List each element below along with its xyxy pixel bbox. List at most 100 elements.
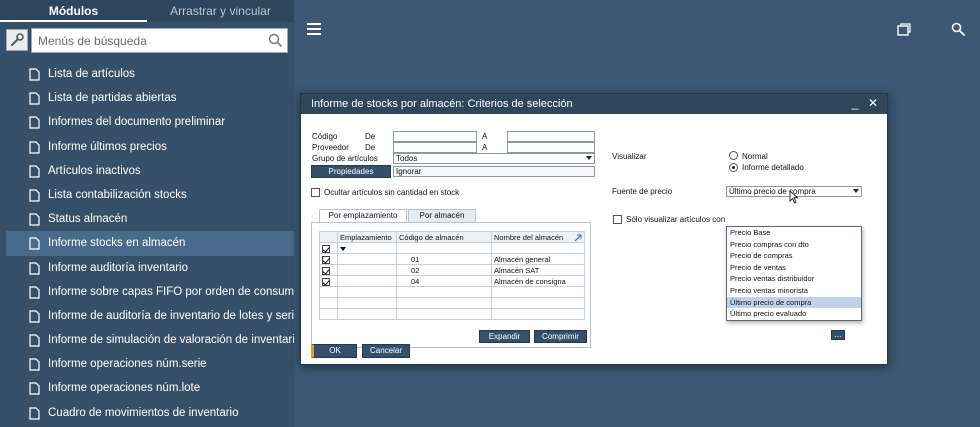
solo-visualizar-checkbox[interactable] xyxy=(613,215,622,224)
radio-normal-label: Normal xyxy=(742,152,768,161)
col-codigo[interactable]: Código de almacén xyxy=(396,231,492,243)
empty-cell xyxy=(337,275,397,287)
sidebar-item[interactable]: Informe operaciones núm.lote xyxy=(0,376,294,400)
proveedor-de-label: De xyxy=(365,143,376,152)
row-check-cell[interactable] xyxy=(319,264,338,276)
price-option[interactable]: Precio compras con dto xyxy=(727,239,861,251)
row-checkbox[interactable] xyxy=(322,255,330,264)
dialog-title: Informe de stocks por almacén: Criterios… xyxy=(311,98,573,110)
search-icon[interactable] xyxy=(267,32,284,49)
price-option[interactable]: Último precio evaluado xyxy=(727,308,861,320)
sidebar-item-label: Informe de auditoría de inventario de lo… xyxy=(48,309,294,322)
price-option[interactable]: Precio Base xyxy=(727,227,861,239)
comprimir-button[interactable]: Comprimir xyxy=(534,330,587,343)
sidebar-item[interactable]: Informe sobre capas FIFO por orden de co… xyxy=(0,280,294,304)
grupo-select[interactable]: Todos xyxy=(393,153,595,164)
table-row xyxy=(319,308,585,320)
price-option[interactable]: Precio ventas minorista xyxy=(727,285,861,297)
sidebar-item[interactable]: Lista de artículos xyxy=(0,62,294,86)
col-nombre[interactable]: Nombre del almacén xyxy=(491,231,585,243)
row-checkbox[interactable] xyxy=(322,244,330,253)
col-check xyxy=(319,231,338,243)
codigo-cell: 01 xyxy=(396,253,492,265)
table-row[interactable]: 02 Almacén SAT xyxy=(319,264,585,276)
fuente-precio-label: Fuente de precio xyxy=(612,187,673,196)
search-field[interactable] xyxy=(31,28,288,53)
proveedor-a-label: A xyxy=(482,143,488,152)
tab-modulos[interactable]: Módulos xyxy=(0,0,147,22)
cancelar-button[interactable]: Cancelar xyxy=(362,344,410,358)
row-check-cell[interactable] xyxy=(319,253,338,265)
proveedor-label: Proveedor xyxy=(312,143,349,152)
proveedor-from-field[interactable] xyxy=(393,142,477,153)
proveedor-to-field[interactable] xyxy=(507,142,595,153)
ellipsis-button[interactable]: ... xyxy=(831,330,845,340)
search-input[interactable] xyxy=(38,32,263,49)
sidebar-item[interactable]: Artículos inactivos xyxy=(0,159,294,183)
document-icon xyxy=(29,334,40,347)
sidebar-item[interactable]: Informe auditoría inventario xyxy=(0,256,294,280)
codigo-de-label: De xyxy=(365,132,376,141)
codigo-from-field[interactable] xyxy=(393,131,477,142)
row-checkbox[interactable] xyxy=(322,277,330,286)
ocultar-label: Ocultar artículos sin cantidad en stock xyxy=(324,188,460,197)
tab-por-almacen[interactable]: Por almacén xyxy=(408,209,476,222)
ignorar-field[interactable]: Ignorar xyxy=(393,166,595,177)
document-icon xyxy=(29,286,40,299)
emplazamiento-cell xyxy=(337,242,397,254)
ok-button[interactable]: OK xyxy=(311,344,357,358)
price-option[interactable]: Precio ventas distribuidor xyxy=(727,273,861,285)
global-search-icon[interactable] xyxy=(951,22,965,36)
codigo-cell: 02 xyxy=(396,264,492,276)
table-row[interactable] xyxy=(319,242,585,254)
price-option[interactable]: Precio de compras xyxy=(727,250,861,262)
row-checkbox[interactable] xyxy=(322,266,330,275)
sidebar-item[interactable]: Informe stocks en almacén xyxy=(6,231,294,256)
document-icon xyxy=(29,165,40,178)
document-icon xyxy=(29,213,40,226)
open-window-icon[interactable] xyxy=(896,22,911,37)
empty-cell xyxy=(337,264,397,276)
codigo-to-field[interactable] xyxy=(507,131,595,142)
expandir-button[interactable]: Expandir xyxy=(479,330,530,343)
col-emplazamiento[interactable]: Emplazamiento xyxy=(337,231,397,243)
sidebar-item[interactable]: Lista de partidas abiertas xyxy=(0,86,294,110)
hamburger-menu-icon[interactable] xyxy=(307,22,321,36)
row-check-cell[interactable] xyxy=(319,242,338,254)
row-check-cell[interactable] xyxy=(319,275,338,287)
tools-button[interactable] xyxy=(6,29,28,51)
sidebar-item[interactable]: Informe operaciones núm.serie xyxy=(0,352,294,376)
empty-cell xyxy=(337,253,397,265)
menu-list: Lista de artículos Lista de partidas abie… xyxy=(0,62,294,425)
dialog-title-bar[interactable]: Informe de stocks por almacén: Criterios… xyxy=(301,94,887,114)
propiedades-button[interactable]: Propiedades xyxy=(311,165,391,178)
sidebar-item-label: Informe operaciones núm.serie xyxy=(48,358,207,371)
sidebar-item[interactable]: Informe de simulación de valoración de i… xyxy=(0,328,294,352)
close-icon[interactable]: ✕ xyxy=(867,96,879,110)
sidebar-item[interactable]: Informe últimos precios xyxy=(0,135,294,159)
table-row[interactable]: 04 Almacén de consigna xyxy=(319,275,585,287)
tab-por-emplazamiento[interactable]: Por emplazamiento xyxy=(319,209,407,222)
visualizar-label: Visualizar xyxy=(612,152,647,161)
price-option[interactable]: Precio de ventas xyxy=(727,262,861,274)
empty-cell xyxy=(396,242,492,254)
document-icon xyxy=(29,189,40,202)
sidebar-item-label: Lista de artículos xyxy=(48,68,135,80)
document-icon xyxy=(29,407,40,420)
chevron-down-icon xyxy=(586,156,592,160)
sidebar-item[interactable]: Status almacén xyxy=(0,207,294,231)
ocultar-checkbox[interactable] xyxy=(311,188,320,197)
sidebar-item[interactable]: Informe de auditoría de inventario de lo… xyxy=(0,304,294,328)
minimize-icon[interactable]: _ xyxy=(849,96,861,110)
radio-informe-detallado[interactable] xyxy=(729,163,738,172)
sidebar-item[interactable]: Informes del documento preliminar xyxy=(0,110,294,134)
nombre-cell: Almacén de consigna xyxy=(491,275,585,287)
price-option[interactable]: Último precio de compra xyxy=(727,296,861,309)
table-row[interactable]: 01 Almacén general xyxy=(319,253,585,265)
sidebar-item[interactable]: Lista contabilización stocks xyxy=(0,183,294,207)
expand-arrow-icon[interactable] xyxy=(574,234,582,242)
radio-normal[interactable] xyxy=(729,151,738,160)
tab-arrastrar-vincular[interactable]: Arrastrar y vincular xyxy=(147,0,294,22)
collapse-triangle-icon[interactable] xyxy=(340,246,346,251)
sidebar-item[interactable]: Cuadro de movimientos de inventario xyxy=(0,401,294,425)
